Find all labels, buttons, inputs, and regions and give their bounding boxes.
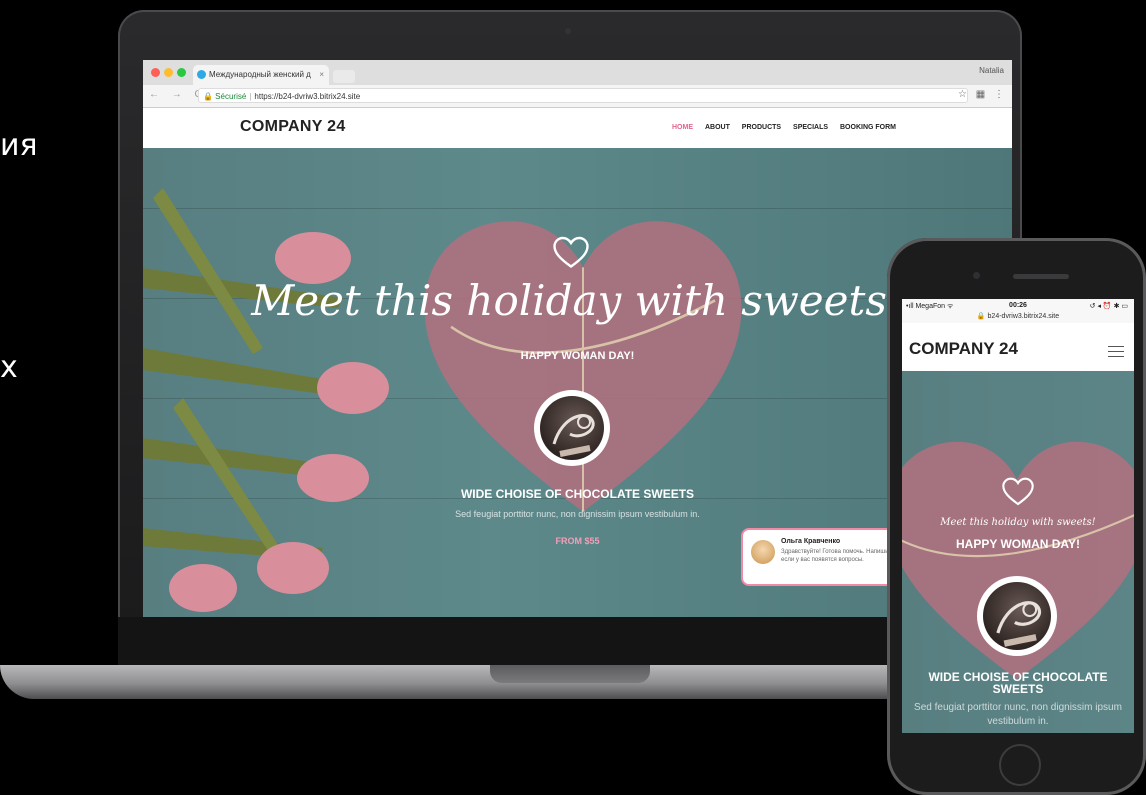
phone-section-title: WIDE CHOISE OF CHOCOLATE SWEETS	[928, 670, 1108, 696]
phone-site-header: COMPANY 24	[902, 323, 1134, 371]
address-separator: |	[249, 92, 252, 101]
phone-screen: •ıll MegaFon ᯤ 00:26 ↺ ◂ ⏰ ✱ ▭ 🔒 b24-dvr…	[902, 299, 1134, 733]
tulips-image	[143, 188, 389, 612]
nav-booking-form[interactable]: BOOKING FORM	[840, 124, 896, 131]
phone-camera	[973, 272, 980, 279]
new-tab-button[interactable]	[333, 70, 355, 83]
laptop-screen: Международный женский д × Natalia ← → C …	[143, 60, 1012, 617]
phone-status-bar: •ıll MegaFon ᯤ 00:26 ↺ ◂ ⏰ ✱ ▭ 🔒 b24-dvr…	[902, 299, 1134, 323]
phone-section-description: Sed feugiat porttitor nunc, non dignissi…	[914, 702, 1122, 727]
chat-agent-name: Ольга Кравченко	[781, 538, 841, 545]
site-header: COMPANY 24 HOME ABOUT PRODUCTS SPECIALS …	[143, 108, 1012, 148]
hero-title: Meet this holiday with sweets!	[251, 276, 904, 325]
profile-name[interactable]: Natalia	[979, 66, 1004, 75]
phone-home-button[interactable]	[999, 744, 1041, 786]
close-window-button[interactable]	[151, 68, 160, 77]
hero-subtitle: HAPPY WOMAN DAY!	[520, 350, 635, 362]
nav-home[interactable]: HOME	[672, 124, 693, 131]
chocolate-swirl-icon	[552, 414, 595, 457]
status-icons: ↺ ◂ ⏰ ✱ ▭	[1089, 303, 1128, 310]
main-nav: HOME ABOUT PRODUCTS SPECIALS BOOKING FOR…	[662, 124, 896, 131]
hero-section: Meet this holiday with sweets! HAPPY WOM…	[143, 148, 1012, 617]
bitrix-favicon-icon	[197, 70, 206, 79]
section-title: WIDE CHOISE OF CHOCOLATE SWEETS	[460, 487, 695, 501]
phone-hero-title: Meet this holiday with sweets!	[940, 517, 1096, 528]
maximize-window-button[interactable]	[177, 68, 186, 77]
minimize-window-button[interactable]	[164, 68, 173, 77]
browser-tab[interactable]: Международный женский д ×	[193, 65, 329, 85]
extension-icon[interactable]: ▦	[976, 89, 985, 100]
phone-heart-box-image	[902, 441, 1134, 680]
nav-products[interactable]: PRODUCTS	[742, 124, 781, 131]
phone-site-logo[interactable]: COMPANY 24	[909, 339, 1018, 359]
chocolate-image	[534, 390, 610, 466]
heart-outline-icon	[553, 236, 589, 268]
secure-label: 🔒 Sécurisé	[203, 92, 247, 101]
laptop-notch	[490, 665, 650, 683]
browser-actions: ☆ ▦ ⋮	[958, 89, 1004, 100]
chat-avatar	[751, 540, 775, 564]
menu-icon[interactable]: ⋮	[994, 89, 1004, 100]
tab-close-icon[interactable]: ×	[319, 65, 324, 85]
nav-about[interactable]: ABOUT	[705, 124, 730, 131]
phone-heart-outline-icon	[1002, 477, 1034, 506]
site-logo[interactable]: COMPANY 24	[240, 118, 346, 136]
hamburger-menu-icon[interactable]	[1108, 346, 1124, 358]
side-text-line-1: ия	[0, 128, 38, 163]
url-text: https://b24-dvriw3.bitrix24.site	[254, 92, 361, 101]
section-description: Sed feugiat porttitor nunc, non dignissi…	[455, 509, 700, 519]
phone-chocolate-image	[977, 576, 1057, 656]
nav-specials[interactable]: SPECIALS	[793, 124, 828, 131]
phone-hero-section: Meet this holiday with sweets! HAPPY WOM…	[902, 371, 1134, 733]
tab-title: Международный женский д	[209, 70, 311, 79]
phone-chocolate-swirl-icon	[996, 601, 1042, 647]
star-icon[interactable]: ☆	[958, 89, 967, 100]
side-text-line-2: х	[0, 350, 18, 385]
browser-tab-bar: Международный женский д × Natalia	[143, 60, 1012, 85]
phone-speaker	[1013, 274, 1069, 279]
chocolate-photo	[540, 396, 604, 460]
address-bar[interactable]: 🔒 Sécurisé | https://b24-dvriw3.bitrix24.s…	[198, 88, 968, 103]
laptop-camera	[565, 28, 571, 34]
browser-toolbar: ← → C 🔒 Sécurisé | https://b24-dvriw3.bitr…	[143, 85, 1012, 108]
phone-chocolate-photo	[983, 582, 1051, 650]
phone-hero-subtitle: HAPPY WOMAN DAY!	[955, 537, 1080, 551]
phone-url[interactable]: 🔒 b24-dvriw3.bitrix24.site	[902, 312, 1134, 320]
